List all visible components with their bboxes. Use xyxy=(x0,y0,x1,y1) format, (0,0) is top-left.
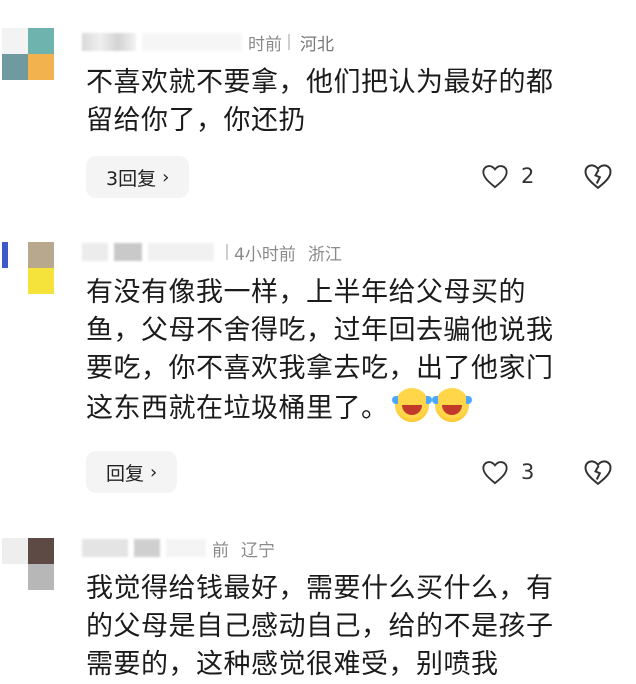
like-button[interactable]: 3 xyxy=(481,459,534,485)
comment-time: 4小时前 xyxy=(234,244,296,265)
blurred-username xyxy=(166,539,206,557)
blurred-username[interactable] xyxy=(82,243,108,261)
blurred-username xyxy=(142,33,242,51)
like-button[interactable]: 2 xyxy=(481,163,534,189)
comment-text: 有没有像我一样，上半年给父母买的 鱼，父母不舍得吃，过年回去骗他说我 要吃，你不… xyxy=(86,274,616,428)
comment-text: 不喜欢就不要拿，他们把认为最好的都 留给你了，你还扔 xyxy=(86,64,616,140)
divider xyxy=(226,244,228,260)
comment-text: 我觉得给钱最好，需要什么买什么，有 的父母是自己感动自己，给的不是孩子 需要的，… xyxy=(86,570,616,684)
blurred-username xyxy=(148,243,214,261)
heart-outline-icon xyxy=(482,461,508,485)
view-replies-button[interactable]: 3回复 › xyxy=(86,156,190,198)
like-count: 3 xyxy=(521,460,535,484)
comment-text-line: 留给你了，你还扔 xyxy=(86,105,306,136)
chevron-right-icon: › xyxy=(150,461,158,483)
avatar[interactable] xyxy=(2,242,54,294)
comment-text-line: 不喜欢就不要拿，他们把认为最好的都 xyxy=(86,67,554,98)
comment-text-line: 这东西就在垃圾桶里了。 xyxy=(86,388,616,428)
rofl-face-emoji-icon xyxy=(431,388,472,422)
comment-meta: 时前 河北 xyxy=(82,30,334,55)
comment-text-line: 需要的，这种感觉很难受，别喷我 xyxy=(86,649,499,680)
comment-meta: 前 辽宁 xyxy=(82,536,275,561)
comment-region: 河北 xyxy=(300,34,334,55)
comment-time: 时前 xyxy=(248,34,282,55)
comment-text-line: 要吃，你不喜欢我拿去吃，出了他家门 xyxy=(86,353,554,384)
dislike-button[interactable] xyxy=(583,458,613,490)
rofl-face-emoji-icon xyxy=(391,388,432,422)
divider xyxy=(288,34,290,50)
broken-heart-icon xyxy=(584,164,612,190)
like-count: 2 xyxy=(521,164,535,188)
comment-text-line: 鱼，父母不舍得吃，过年回去骗他说我 xyxy=(86,315,554,346)
blurred-username[interactable] xyxy=(82,33,136,51)
comment-text-line: 的父母是自己感动自己，给的不是孩子 xyxy=(86,611,554,642)
reply-label: 3回复 xyxy=(106,167,157,190)
blurred-username[interactable] xyxy=(82,539,128,557)
avatar[interactable] xyxy=(2,28,54,80)
blurred-username xyxy=(134,539,160,557)
comment-text-line: 我觉得给钱最好，需要什么买什么，有 xyxy=(86,573,554,604)
avatar[interactable] xyxy=(2,538,54,590)
comment-region: 浙江 xyxy=(307,244,342,265)
reply-button[interactable]: 回复 › xyxy=(86,451,178,493)
comment-text-line: 有没有像我一样，上半年给父母买的 xyxy=(86,277,526,308)
comment-meta: 4小时前 浙江 xyxy=(82,240,342,265)
chevron-right-icon: › xyxy=(162,166,170,188)
comment-time: 前 xyxy=(212,540,229,561)
blurred-username xyxy=(114,243,142,261)
comment-region: 辽宁 xyxy=(241,540,275,561)
comment-text-span: 这东西就在垃圾桶里了。 xyxy=(86,393,389,424)
reply-label: 回复 xyxy=(106,462,145,485)
broken-heart-icon xyxy=(584,460,612,486)
dislike-button[interactable] xyxy=(583,162,613,194)
heart-outline-icon xyxy=(482,165,508,189)
